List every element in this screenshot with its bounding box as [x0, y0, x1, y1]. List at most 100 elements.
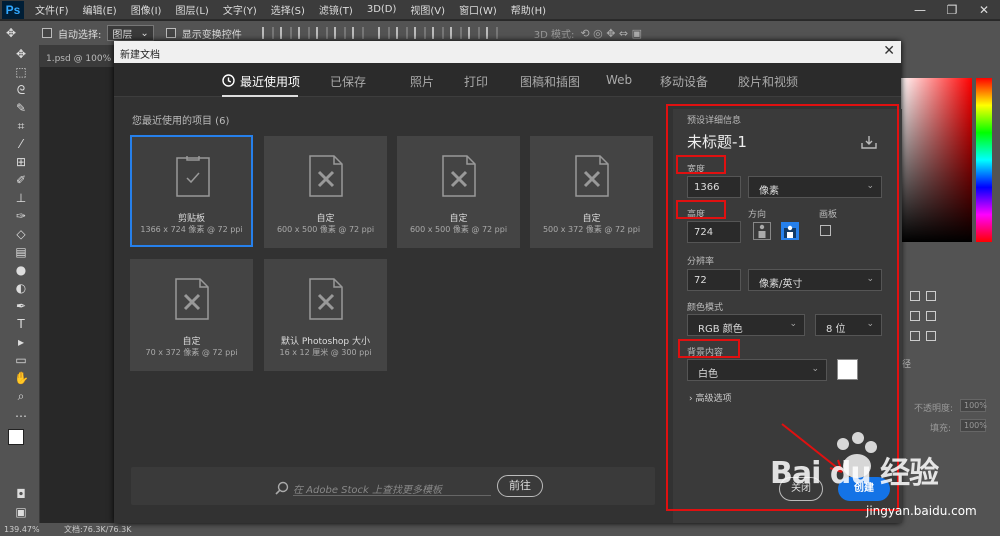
align-middle-icon[interactable]	[333, 27, 346, 39]
eraser-icon[interactable]: ◇	[14, 227, 28, 241]
show-transform-checkbox[interactable]	[165, 28, 176, 38]
crop-icon[interactable]: ⌗	[14, 119, 28, 133]
dialog-close-icon[interactable]: ✕	[883, 43, 895, 59]
stock-search-bar: 在 Adobe Stock 上查找更多模板 前往	[131, 467, 655, 505]
path-select-icon[interactable]: ▸	[14, 335, 28, 349]
auto-select-checkbox[interactable]	[42, 28, 52, 38]
distribute-left-icon[interactable]	[431, 27, 444, 39]
menu-type[interactable]: 文字(Y)	[216, 2, 264, 17]
bw-icon[interactable]	[926, 311, 936, 321]
distribute-middle-icon[interactable]	[395, 27, 408, 39]
recent-item-custom-3[interactable]: 自定 500 x 372 像素 @ 72 ppi	[530, 136, 653, 248]
3d-rotate-icon[interactable]: ⟲ ◎ ✥ ⇔ ▣	[580, 27, 642, 40]
menu-help[interactable]: 帮助(H)	[504, 2, 553, 17]
align-top-icon[interactable]	[315, 27, 328, 39]
menu-image[interactable]: 图像(I)	[124, 2, 169, 17]
opacity-input[interactable]: 100%	[960, 399, 987, 412]
auto-select-value: 图层	[112, 29, 133, 41]
recent-item-name: 默认 Photoshop 大小	[280, 337, 370, 347]
foreground-color[interactable]	[8, 429, 24, 445]
layers-tab[interactable]: 径	[902, 357, 911, 370]
fill-input[interactable]: 100%	[960, 419, 987, 432]
tab-saved[interactable]: 已保存	[330, 73, 366, 90]
watermark-logo: Bai du 经验	[770, 456, 939, 491]
hue-slider[interactable]	[976, 78, 992, 242]
photoshop-logo: Ps	[2, 0, 24, 19]
color-swatches[interactable]	[8, 429, 34, 455]
quick-mask-icon[interactable]: ◘	[14, 487, 28, 501]
balance-icon[interactable]	[910, 311, 920, 321]
align-center-icon[interactable]	[279, 27, 292, 39]
auto-align-icon[interactable]	[485, 27, 498, 39]
move-icon[interactable]: ✥	[14, 47, 28, 61]
menu-edit[interactable]: 编辑(E)	[76, 2, 124, 17]
tab-film-video[interactable]: 胶片和视频	[738, 73, 798, 90]
gradient-icon[interactable]: ▤	[14, 245, 28, 259]
zoom-level[interactable]: 139.47%	[4, 525, 64, 534]
hand-icon[interactable]: ✋	[14, 371, 29, 385]
tab-print[interactable]: 打印	[464, 73, 488, 90]
document-tab[interactable]: 1.psd @ 100% (形	[40, 45, 116, 67]
tab-recent[interactable]: 最近使用项	[240, 73, 300, 90]
menu-layer[interactable]: 图层(L)	[168, 2, 215, 17]
align-left-icon[interactable]	[261, 27, 274, 39]
watermark-url: jingyan.baidu.com	[866, 504, 977, 518]
tab-art-illustration[interactable]: 图稿和插图	[520, 73, 580, 90]
distribute-top-icon[interactable]	[377, 27, 390, 39]
align-bottom-icon[interactable]	[351, 27, 364, 39]
menu-file[interactable]: 文件(F)	[28, 2, 76, 17]
recent-item-name: 自定	[316, 214, 335, 224]
distribute-right-icon[interactable]	[467, 27, 480, 39]
stock-go-button[interactable]: 前往	[497, 475, 543, 497]
menu-bar: Ps 文件(F) 编辑(E) 图像(I) 图层(L) 文字(Y) 选择(S) 滤…	[0, 0, 1000, 20]
quick-select-icon[interactable]: ✎	[14, 101, 28, 115]
tab-mobile[interactable]: 移动设备	[660, 73, 708, 90]
levels-icon[interactable]	[926, 291, 936, 301]
minimize-button[interactable]: —	[904, 0, 936, 20]
app-close-button[interactable]: ✕	[968, 0, 1000, 20]
custom-document-icon	[575, 155, 609, 197]
distribute-center-icon[interactable]	[449, 27, 462, 39]
eyedropper-icon[interactable]: ⁄	[14, 137, 28, 151]
zoom-icon[interactable]: ⌕	[14, 389, 28, 403]
more-tools-icon[interactable]: ⋯	[14, 409, 28, 423]
tab-web[interactable]: Web	[606, 73, 632, 87]
rectangle-icon[interactable]: ▭	[14, 353, 28, 367]
menu-3d[interactable]: 3D(D)	[360, 4, 404, 15]
recent-item-clipboard[interactable]: 剪贴板 1366 x 724 像素 @ 72 ppi	[130, 135, 253, 247]
recent-item-custom-2[interactable]: 自定 600 x 500 像素 @ 72 ppi	[397, 136, 520, 248]
recent-item-name: 自定	[182, 337, 201, 347]
menu-select[interactable]: 选择(S)	[264, 2, 312, 17]
restore-button[interactable]: ❐	[936, 0, 968, 20]
annotation-width-box	[676, 155, 726, 174]
recent-item-dims: 600 x 500 像素 @ 72 ppi	[276, 225, 375, 234]
menu-view[interactable]: 视图(V)	[403, 2, 452, 17]
recent-item-custom-4[interactable]: 自定 70 x 372 像素 @ 72 ppi	[130, 259, 253, 371]
threshold-icon[interactable]	[926, 331, 936, 341]
opacity-label: 不透明度:	[914, 404, 954, 414]
brush-icon[interactable]: ✐	[14, 173, 28, 187]
color-picker-field[interactable]	[900, 78, 972, 242]
clone-stamp-icon[interactable]: ⊥	[14, 191, 28, 205]
healing-brush-icon[interactable]: ⊞	[14, 155, 28, 169]
custom-document-icon	[309, 155, 343, 197]
distribute-bottom-icon[interactable]	[413, 27, 426, 39]
auto-select-dropdown[interactable]: 图层 ⌄	[107, 25, 154, 41]
align-right-icon[interactable]	[297, 27, 310, 39]
menu-window[interactable]: 窗口(W)	[452, 2, 504, 17]
pen-icon[interactable]: ✒	[14, 299, 28, 313]
stock-search-input[interactable]: 在 Adobe Stock 上查找更多模板	[293, 476, 491, 496]
dodge-icon[interactable]: ◐	[14, 281, 28, 295]
marquee-icon[interactable]: ⬚	[14, 65, 28, 79]
adjust-icon[interactable]	[910, 291, 920, 301]
type-icon[interactable]: T	[14, 317, 28, 331]
history-brush-icon[interactable]: ✑	[14, 209, 28, 223]
screen-mode-icon[interactable]: ▣	[14, 505, 28, 519]
lasso-icon[interactable]: ᘓ	[14, 83, 28, 97]
recent-item-custom-1[interactable]: 自定 600 x 500 像素 @ 72 ppi	[264, 136, 387, 248]
invert-icon[interactable]	[910, 331, 920, 341]
blur-icon[interactable]: ●	[14, 263, 28, 277]
recent-item-default-photoshop[interactable]: 默认 Photoshop 大小 16 x 12 厘米 @ 300 ppi	[264, 259, 387, 371]
tab-photo[interactable]: 照片	[410, 73, 434, 90]
menu-filter[interactable]: 滤镜(T)	[312, 2, 360, 17]
